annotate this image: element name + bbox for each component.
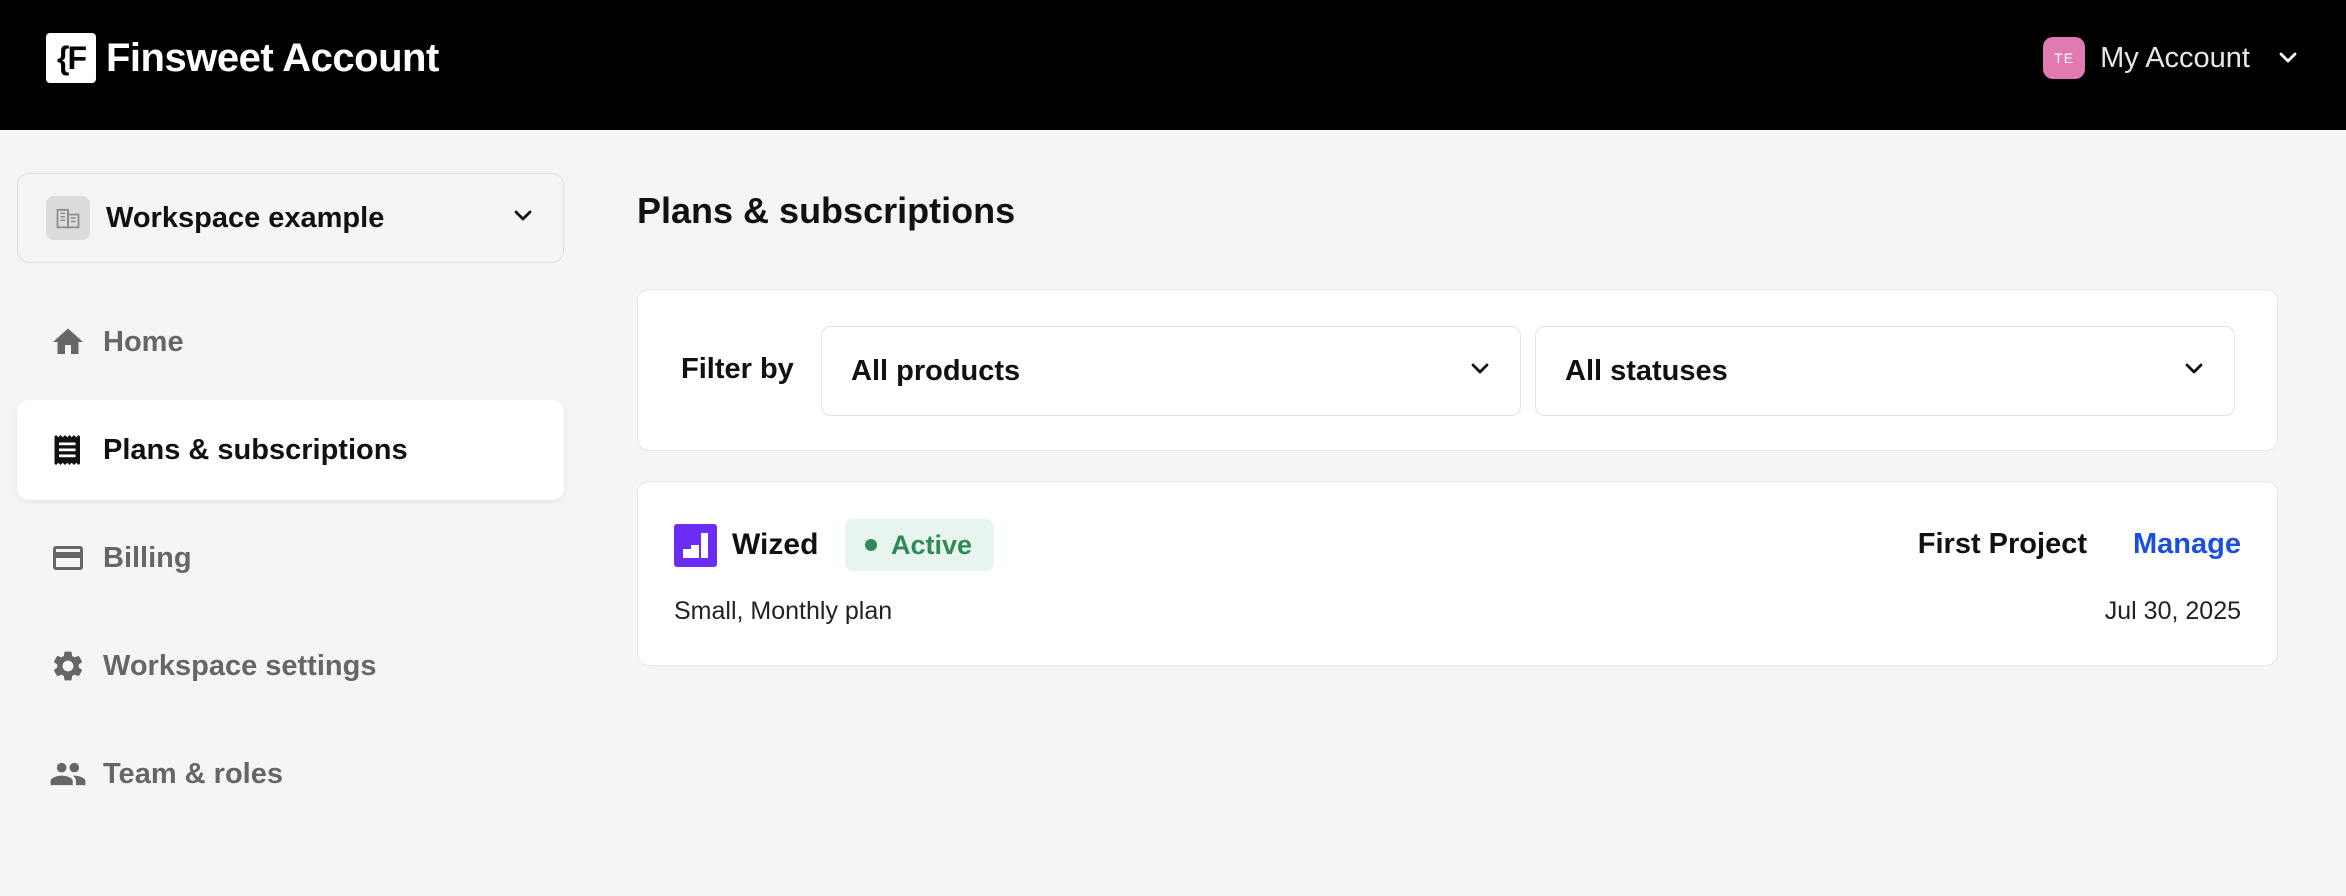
credit-card-icon — [47, 537, 89, 579]
building-icon — [46, 196, 90, 240]
filter-label: Filter by — [681, 353, 794, 385]
sidebar-item-label: Plans & subscriptions — [103, 433, 408, 466]
status-dot-icon — [865, 539, 877, 551]
chevron-down-icon — [2276, 46, 2300, 70]
people-icon — [47, 753, 89, 795]
brand-name: Finsweet Account — [106, 35, 439, 80]
sidebar-item-label: Team & roles — [103, 757, 283, 790]
status-filter-select[interactable]: All statuses — [1535, 326, 2235, 416]
manage-link[interactable]: Manage — [2133, 528, 2241, 561]
top-bar: {F Finsweet Account TE My Account — [0, 0, 2346, 130]
chevron-down-icon — [2182, 357, 2206, 386]
gear-icon — [47, 645, 89, 687]
status-filter-value: All statuses — [1565, 354, 1728, 387]
product-filter-select[interactable]: All products — [821, 326, 1521, 416]
subscription-card: Wized Active First Project Manage Small,… — [637, 481, 2278, 666]
sidebar-item-billing[interactable]: Billing — [17, 508, 564, 608]
account-menu-button[interactable]: TE My Account — [2043, 36, 2300, 80]
filter-bar: Filter by All products All statuses — [637, 289, 2278, 451]
product-name: Wized — [732, 528, 819, 561]
status-label: Active — [891, 529, 973, 560]
brand-logo: {F — [46, 33, 96, 83]
chevron-down-icon — [511, 204, 535, 233]
sidebar-item-plans[interactable]: Plans & subscriptions — [17, 400, 564, 500]
sidebar-item-label: Home — [103, 325, 184, 358]
sidebar-item-workspace-settings[interactable]: Workspace settings — [17, 616, 564, 716]
brand[interactable]: {F Finsweet Account — [46, 32, 439, 84]
workspace-label: Workspace example — [106, 201, 385, 234]
sidebar-item-team-roles[interactable]: Team & roles — [17, 724, 564, 824]
renewal-date: Jul 30, 2025 — [2104, 597, 2241, 625]
avatar: TE — [2043, 37, 2086, 79]
account-label: My Account — [2100, 41, 2250, 74]
product-filter-value: All products — [851, 354, 1021, 387]
sidebar-nav: Home Plans & subscriptions Billing Works… — [17, 292, 564, 832]
plan-description: Small, Monthly plan — [674, 597, 893, 625]
sidebar-item-home[interactable]: Home — [17, 292, 564, 392]
wized-logo-icon — [674, 524, 717, 567]
chevron-down-icon — [1468, 357, 1492, 386]
project-name: First Project — [1917, 528, 2087, 560]
workspace-selector[interactable]: Workspace example — [17, 173, 564, 263]
page-title: Plans & subscriptions — [637, 190, 1016, 231]
status-badge: Active — [845, 519, 995, 571]
receipt-icon — [47, 429, 89, 471]
home-icon — [47, 321, 89, 363]
sidebar-item-label: Billing — [103, 541, 192, 574]
sidebar-item-label: Workspace settings — [103, 649, 377, 682]
